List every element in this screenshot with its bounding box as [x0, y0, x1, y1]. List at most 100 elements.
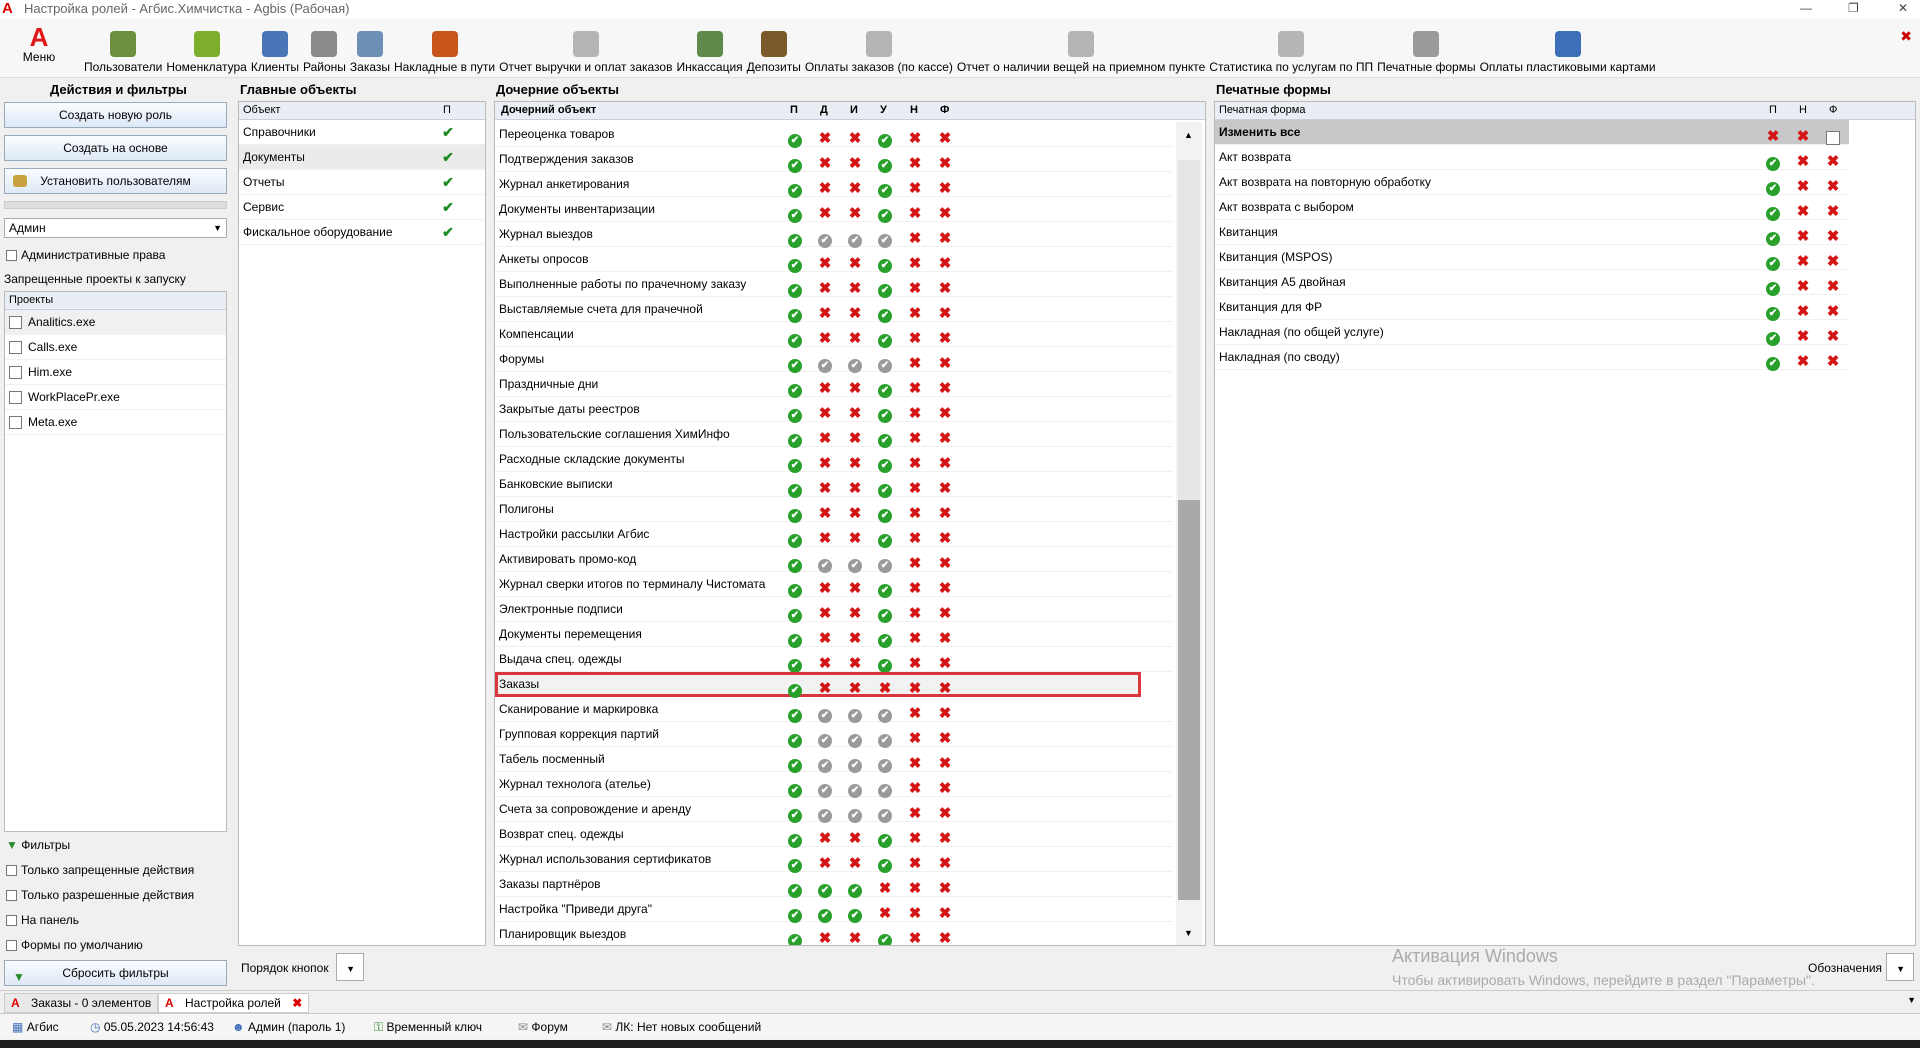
allowed-icon[interactable]: ✔: [788, 634, 802, 648]
cross-icon[interactable]: ✖: [908, 531, 922, 546]
cross-icon[interactable]: ✖: [938, 256, 952, 271]
print-form-row[interactable]: Акт возврата ✔ ✖ ✖: [1215, 145, 1849, 171]
cross-icon[interactable]: ✖: [938, 856, 952, 871]
checkmark-icon[interactable]: ✔: [441, 220, 455, 244]
cross-icon[interactable]: ✖: [818, 581, 832, 596]
allowed-icon[interactable]: ✔: [788, 784, 802, 798]
toolbar-button-11[interactable]: Статистика по услугам по ПП: [1207, 31, 1375, 74]
child-object-row[interactable]: Заказы партнёров ✔ ✔ ✔ ✖ ✖ ✖: [495, 872, 1173, 898]
toolbar-button-0[interactable]: Пользователи: [82, 31, 164, 74]
cross-icon[interactable]: ✖: [938, 356, 952, 371]
allowed-icon[interactable]: ✔: [788, 284, 802, 298]
cross-icon[interactable]: ✖: [938, 181, 952, 196]
allowed-icon[interactable]: ✔: [878, 409, 892, 423]
toolbar-button-2[interactable]: Клиенты: [249, 31, 301, 74]
allowed-icon[interactable]: ✔: [788, 809, 802, 823]
cross-icon[interactable]: ✖: [938, 381, 952, 396]
cross-icon[interactable]: ✖: [848, 181, 862, 196]
menu-button[interactable]: A Меню: [14, 24, 64, 64]
unavailable-icon[interactable]: ✔: [848, 359, 862, 373]
cross-icon[interactable]: ✖: [1796, 204, 1810, 219]
child-object-row[interactable]: Закрытые даты реестров ✔ ✖ ✖ ✔ ✖ ✖: [495, 397, 1173, 423]
cross-icon[interactable]: ✖: [908, 706, 922, 721]
cross-icon[interactable]: ✖: [938, 906, 952, 921]
cross-icon[interactable]: ✖: [1796, 329, 1810, 344]
cross-icon[interactable]: ✖: [878, 881, 892, 896]
cross-icon[interactable]: ✖: [908, 306, 922, 321]
cross-icon[interactable]: ✖: [908, 781, 922, 796]
cross-icon[interactable]: ✖: [848, 381, 862, 396]
allowed-icon[interactable]: ✔: [1766, 157, 1780, 171]
cross-icon[interactable]: ✖: [938, 431, 952, 446]
unavailable-icon[interactable]: ✔: [878, 734, 892, 748]
allowed-icon[interactable]: ✔: [878, 134, 892, 148]
create-role-button[interactable]: Создать новую роль: [4, 102, 227, 128]
child-object-row[interactable]: Настройка "Приведи друга" ✔ ✔ ✔ ✖ ✖ ✖: [495, 897, 1173, 923]
child-object-row[interactable]: Выполненные работы по прачечному заказу ✔…: [495, 272, 1173, 298]
cross-icon[interactable]: ✖: [938, 481, 952, 496]
button-order-dropdown[interactable]: ▼: [336, 953, 364, 981]
cross-icon[interactable]: ✖: [818, 631, 832, 646]
main-object-row[interactable]: Документы ✔: [239, 145, 485, 170]
allowed-icon[interactable]: ✔: [788, 909, 802, 923]
cross-icon[interactable]: ✖: [938, 731, 952, 746]
allowed-icon[interactable]: ✔: [1766, 357, 1780, 371]
child-object-row[interactable]: Выставляемые счета для прачечной ✔ ✖ ✖ ✔ ✖ ✖: [495, 297, 1173, 323]
unavailable-icon[interactable]: ✔: [878, 759, 892, 773]
cross-icon[interactable]: ✖: [818, 481, 832, 496]
cross-icon[interactable]: ✖: [938, 606, 952, 621]
unavailable-icon[interactable]: ✔: [878, 559, 892, 573]
cross-icon[interactable]: ✖: [1796, 129, 1810, 144]
cross-icon[interactable]: ✖: [848, 831, 862, 846]
unavailable-icon[interactable]: ✔: [848, 734, 862, 748]
cross-icon[interactable]: ✖: [938, 506, 952, 521]
cross-icon[interactable]: ✖: [1826, 179, 1840, 194]
allowed-icon[interactable]: ✔: [878, 459, 892, 473]
toolbar-button-3[interactable]: Районы: [301, 31, 348, 74]
cross-icon[interactable]: ✖: [938, 581, 952, 596]
cross-icon[interactable]: ✖: [1826, 229, 1840, 244]
allowed-icon[interactable]: ✔: [788, 234, 802, 248]
unavailable-icon[interactable]: ✔: [878, 359, 892, 373]
forum-status[interactable]: ✉ Форум: [518, 1020, 568, 1034]
allowed-icon[interactable]: ✔: [878, 934, 892, 945]
cross-icon[interactable]: ✖: [908, 581, 922, 596]
only-allowed-checkbox[interactable]: Только разрешенные действия: [6, 888, 194, 902]
cross-icon[interactable]: ✖: [908, 331, 922, 346]
cross-icon[interactable]: ✖: [848, 331, 862, 346]
cross-icon[interactable]: ✖: [908, 381, 922, 396]
cross-icon[interactable]: ✖: [908, 731, 922, 746]
toolbar-button-13[interactable]: Оплаты пластиковыми картами: [1478, 31, 1658, 74]
print-form-row[interactable]: Акт возврата на повторную обработку ✔ ✖ ✖: [1215, 170, 1849, 196]
cross-icon[interactable]: ✖: [1826, 154, 1840, 169]
toolbar-button-1[interactable]: Номенклатура: [164, 31, 249, 74]
print-form-row[interactable]: Квитанция А5 двойная ✔ ✖ ✖: [1215, 270, 1849, 296]
unavailable-icon[interactable]: ✔: [848, 709, 862, 723]
cross-icon[interactable]: ✖: [1796, 154, 1810, 169]
unavailable-icon[interactable]: ✔: [848, 559, 862, 573]
allowed-icon[interactable]: ✔: [848, 884, 862, 898]
tab-orders[interactable]: A Заказы - 0 элементов: [4, 993, 159, 1013]
toolbar-button-12[interactable]: Печатные формы: [1375, 31, 1477, 74]
allowed-icon[interactable]: ✔: [788, 209, 802, 223]
toolbar-button-5[interactable]: Накладные в пути: [392, 31, 497, 74]
child-object-row[interactable]: Форумы ✔ ✔ ✔ ✔ ✖ ✖: [495, 347, 1173, 373]
cross-icon[interactable]: ✖: [818, 306, 832, 321]
cross-icon[interactable]: ✖: [908, 906, 922, 921]
cross-icon[interactable]: ✖: [938, 131, 952, 146]
toolbar-button-8[interactable]: Депозиты: [745, 31, 803, 74]
cross-icon[interactable]: ✖: [908, 231, 922, 246]
cross-icon[interactable]: ✖: [908, 481, 922, 496]
cross-icon[interactable]: ✖: [938, 231, 952, 246]
user-status[interactable]: ☻ Админ (пароль 1): [232, 1020, 345, 1034]
allowed-icon[interactable]: ✔: [878, 384, 892, 398]
cross-icon[interactable]: ✖: [848, 281, 862, 296]
cross-icon[interactable]: ✖: [938, 306, 952, 321]
allowed-icon[interactable]: ✔: [878, 309, 892, 323]
cross-icon[interactable]: ✖: [848, 456, 862, 471]
child-object-row[interactable]: Журнал технолога (ателье) ✔ ✔ ✔ ✔ ✖ ✖: [495, 772, 1173, 798]
cross-icon[interactable]: ✖: [938, 881, 952, 896]
allowed-icon[interactable]: ✔: [788, 709, 802, 723]
cross-icon[interactable]: ✖: [848, 156, 862, 171]
allowed-icon[interactable]: ✔: [788, 384, 802, 398]
